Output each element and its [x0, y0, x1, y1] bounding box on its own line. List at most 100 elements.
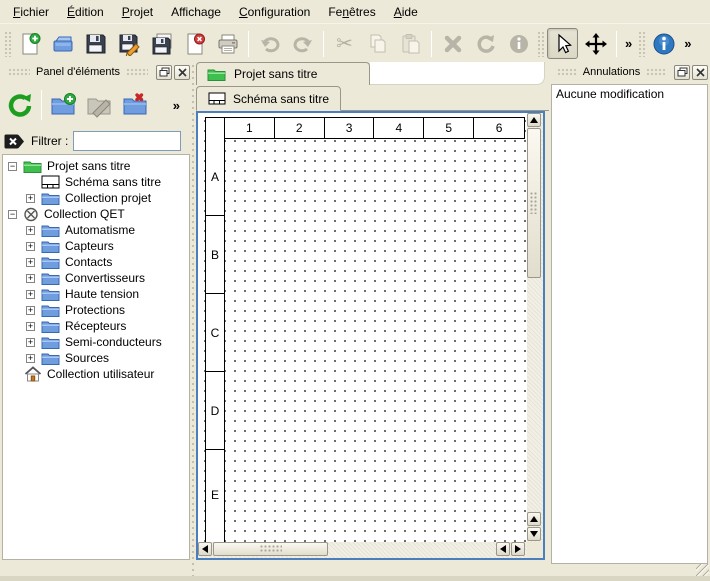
menu-projet[interactable]: Projet — [113, 2, 162, 22]
tree-item-schema-sans-titre[interactable]: Schéma sans titre — [3, 174, 189, 190]
tab-projet-sans-titre[interactable]: Projet sans titre — [196, 62, 370, 85]
menu-aide[interactable]: Aide — [385, 2, 427, 22]
scroll-up-button[interactable] — [527, 113, 541, 127]
tree-item-sources[interactable]: + Sources — [3, 350, 189, 366]
expand-expander[interactable]: + — [26, 306, 35, 315]
expand-expander[interactable]: + — [26, 258, 35, 267]
horizontal-scrollbar[interactable] — [198, 542, 527, 558]
tree-item-collection-utilisateur[interactable]: Collection utilisateur — [3, 366, 189, 382]
project-tab-label: Projet sans titre — [234, 67, 317, 81]
toolbar-separator — [248, 31, 249, 57]
new-category-button[interactable] — [45, 87, 81, 123]
expand-expander[interactable]: + — [26, 338, 35, 347]
rotate-button[interactable] — [470, 28, 501, 59]
undo-list-item[interactable]: Aucune modification — [552, 85, 707, 103]
expand-expander[interactable]: + — [26, 322, 35, 331]
save-as-button[interactable] — [113, 28, 144, 59]
edit-folder-icon — [85, 91, 113, 119]
dock-handle-texture — [8, 68, 30, 76]
toolbar-drag-handle[interactable] — [4, 31, 11, 57]
qet-collection-icon — [23, 207, 39, 222]
about-info-button[interactable] — [648, 28, 679, 59]
tree-item-capteurs[interactable]: + Capteurs — [3, 238, 189, 254]
new-project-button[interactable] — [14, 28, 45, 59]
menu-configuration[interactable]: Configuration — [230, 2, 319, 22]
collapse-expander[interactable]: − — [8, 210, 17, 219]
menu-affichage[interactable]: Affichage — [162, 2, 230, 22]
collapse-expander[interactable]: − — [8, 162, 17, 171]
project-tab-bar: Projet sans titre — [196, 62, 549, 85]
expand-expander[interactable]: + — [26, 194, 35, 203]
panel-toolbar-overflow-button[interactable]: » — [169, 98, 184, 113]
expand-expander[interactable]: + — [26, 226, 35, 235]
scroll-down-button[interactable] — [527, 527, 541, 541]
vertical-scrollbar[interactable] — [527, 113, 543, 542]
cut-button[interactable]: ✂ — [329, 28, 360, 59]
expand-expander[interactable]: + — [26, 290, 35, 299]
copy-button[interactable] — [362, 28, 393, 59]
select-mode-button[interactable] — [547, 28, 578, 59]
close-file-button[interactable] — [179, 28, 210, 59]
undo-button[interactable] — [254, 28, 285, 59]
column-header: 3 — [325, 118, 375, 138]
tree-item-contacts[interactable]: + Contacts — [3, 254, 189, 270]
expand-expander[interactable]: + — [26, 354, 35, 363]
expand-expander[interactable]: + — [26, 274, 35, 283]
edit-category-button[interactable] — [81, 87, 117, 123]
redo-icon — [291, 32, 315, 56]
save-all-button[interactable] — [146, 28, 177, 59]
save-button[interactable] — [80, 28, 111, 59]
scroll-up-button-2[interactable] — [527, 512, 541, 526]
tree-item-protections[interactable]: + Protections — [3, 302, 189, 318]
toolbar-overflow-button[interactable]: » — [621, 36, 636, 51]
horizontal-scroll-thumb[interactable] — [213, 542, 328, 556]
menu-fichier[interactable]: Fichier — [4, 2, 58, 22]
filter-input[interactable] — [73, 131, 181, 151]
tree-item-automatisme[interactable]: + Automatisme — [3, 222, 189, 238]
elements-panel-titlebar[interactable]: Panel d'éléments — [2, 62, 190, 82]
delete-category-button[interactable] — [117, 87, 153, 123]
schematic-canvas[interactable]: 1 2 3 4 5 6 A B C D E — [198, 113, 527, 542]
home-icon — [24, 366, 42, 382]
move-mode-button[interactable] — [580, 28, 611, 59]
toolbar-drag-handle[interactable] — [537, 31, 544, 57]
scroll-right-button[interactable] — [511, 542, 525, 556]
menu-fenetres[interactable]: Fenêtres — [319, 2, 384, 22]
clear-filter-icon[interactable] — [4, 133, 26, 150]
project-folder-icon — [23, 159, 42, 173]
tree-item-collection-projet[interactable]: + Collection projet — [3, 190, 189, 206]
menu-bar: Fichier Édition Projet Affichage Configu… — [0, 0, 710, 24]
tree-item-haute-tension[interactable]: + Haute tension — [3, 286, 189, 302]
tree-item-semi-conducteurs[interactable]: + Semi-conducteurs — [3, 334, 189, 350]
delete-button[interactable] — [437, 28, 468, 59]
float-panel-button[interactable] — [674, 65, 690, 80]
scroll-left-button[interactable] — [198, 542, 212, 556]
elements-tree: − Projet sans titre Schéma sans titre + … — [2, 154, 190, 560]
toolbar-drag-handle[interactable] — [638, 31, 645, 57]
tree-item-collection-qet[interactable]: − Collection QET — [3, 206, 189, 222]
close-panel-button[interactable] — [692, 65, 708, 80]
toolbar-overflow-button[interactable]: » — [680, 36, 695, 51]
close-panel-button[interactable] — [174, 65, 190, 80]
redo-button[interactable] — [287, 28, 318, 59]
reload-collections-button[interactable] — [2, 87, 38, 123]
element-info-button[interactable] — [503, 28, 534, 59]
expand-expander[interactable]: + — [26, 242, 35, 251]
tree-item-projet-sans-titre[interactable]: − Projet sans titre — [3, 158, 189, 174]
row-header: B — [206, 216, 224, 294]
tree-item-recepteurs[interactable]: + Récepteurs — [3, 318, 189, 334]
tree-item-convertisseurs[interactable]: + Convertisseurs — [3, 270, 189, 286]
save-icon — [84, 32, 108, 56]
float-panel-button[interactable] — [156, 65, 172, 80]
open-project-button[interactable] — [47, 28, 78, 59]
paste-button[interactable] — [395, 28, 426, 59]
left-arrow-icon — [202, 545, 208, 553]
menu-edition[interactable]: Édition — [58, 2, 113, 22]
scroll-left-button-2[interactable] — [496, 542, 510, 556]
row-header-strip: A B C D E — [205, 138, 225, 542]
tab-schema-sans-titre[interactable]: Schéma sans titre — [196, 86, 341, 111]
print-button[interactable] — [212, 28, 243, 59]
folder-blue-icon — [41, 287, 60, 301]
undo-panel-titlebar[interactable]: Annulations — [551, 62, 708, 82]
vertical-scroll-thumb[interactable] — [527, 128, 541, 278]
